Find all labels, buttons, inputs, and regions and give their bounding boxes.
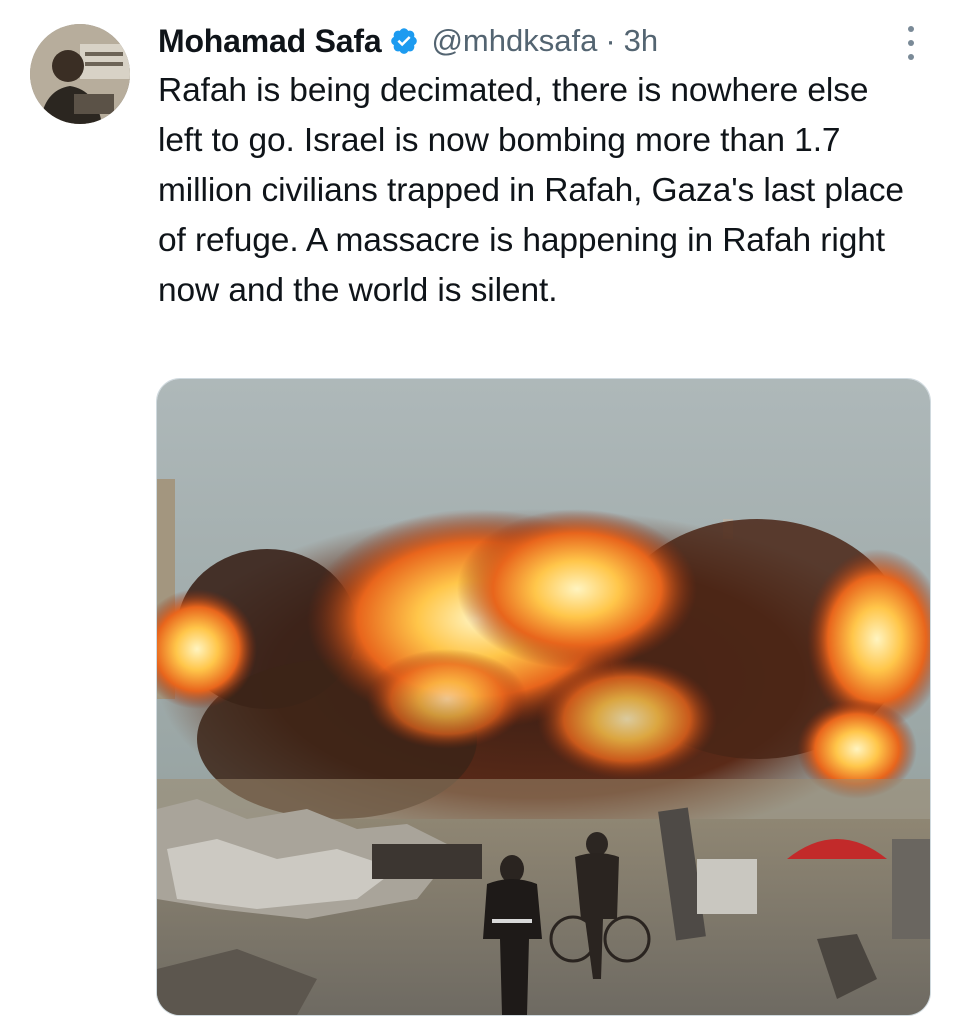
author-handle[interactable]: @mhdksafa [431,23,597,59]
tweet-header: Mohamad Safa @mhdksafa · 3h [158,18,899,64]
tweet-image[interactable] [156,378,931,1016]
avatar-image [30,24,130,124]
explosion-photo [157,379,930,1015]
verified-badge-icon [389,26,419,56]
more-options-icon[interactable] [903,26,919,60]
author-name[interactable]: Mohamad Safa [158,23,382,60]
separator-dot: · [605,23,616,58]
tweet-text: Rafah is being decimated, there is nowhe… [158,72,904,309]
timestamp[interactable]: 3h [624,23,658,59]
avatar[interactable] [30,24,130,124]
